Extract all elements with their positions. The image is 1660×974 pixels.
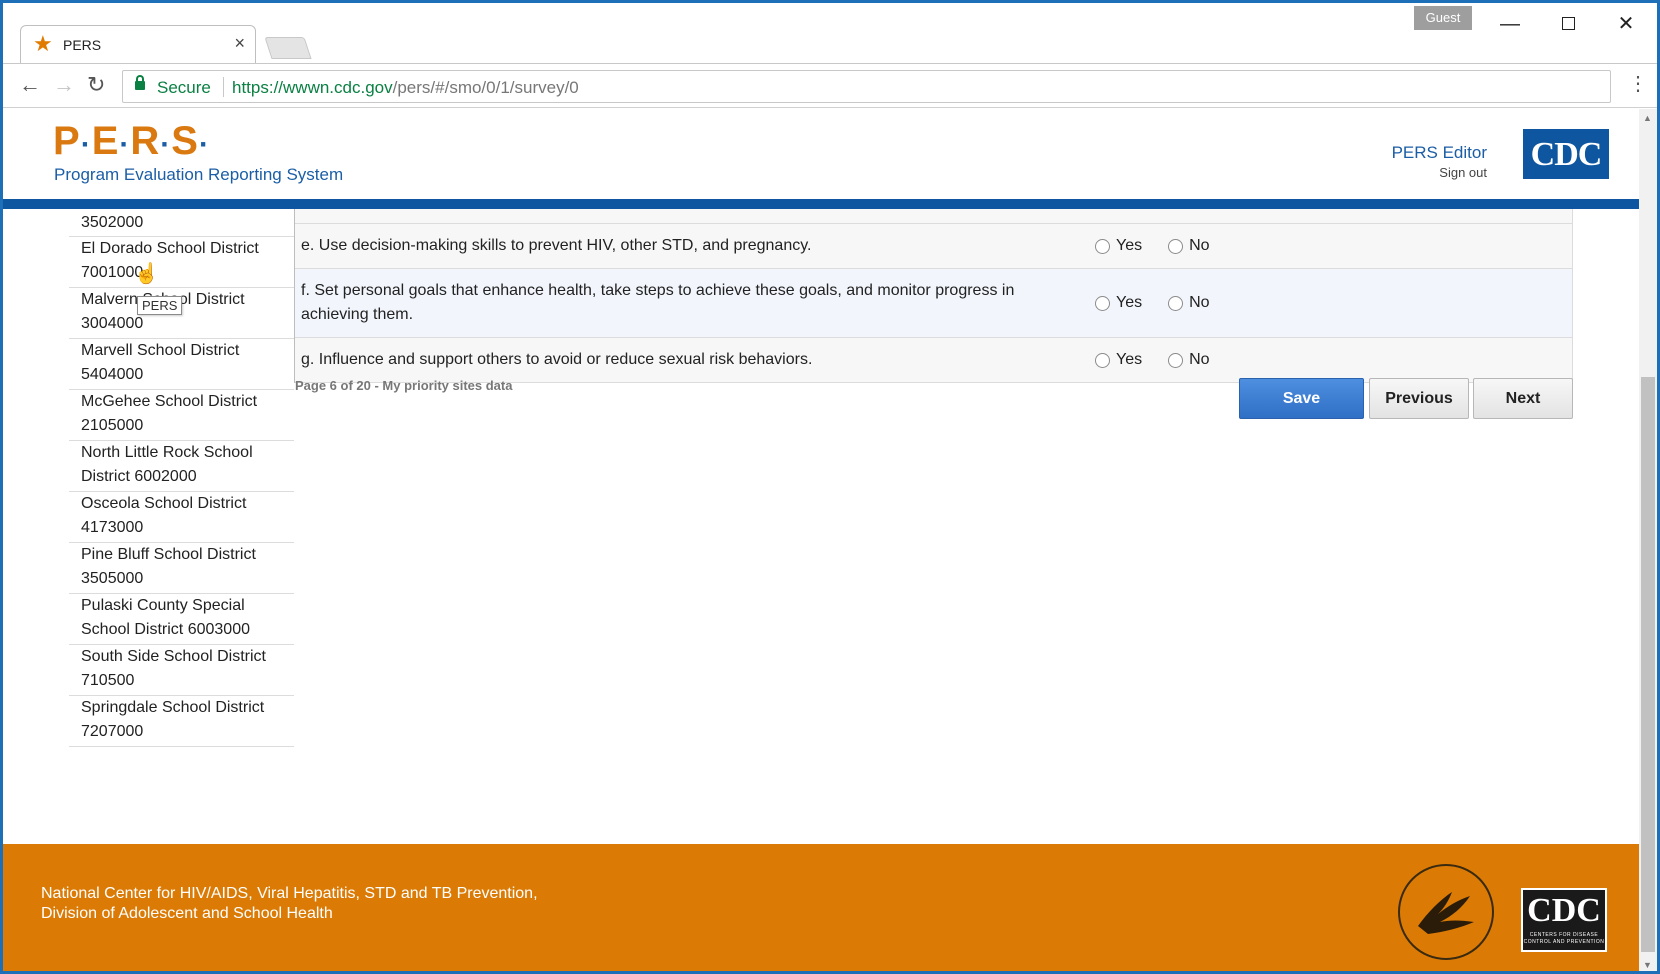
scroll-thumb[interactable]	[1641, 377, 1655, 952]
page-viewport: P·E·R·S· Program Evaluation Reporting Sy…	[3, 109, 1639, 971]
sidebar-item[interactable]: McGehee School District 2105000	[69, 390, 294, 441]
next-button[interactable]: Next	[1473, 378, 1573, 419]
lock-icon	[135, 75, 145, 90]
browser-menu-icon[interactable]: ⋮	[1628, 74, 1648, 94]
sidebar-item[interactable]: 3502000	[69, 209, 294, 237]
tab-pers[interactable]: ★ PERS ×	[20, 25, 256, 63]
signout-link[interactable]: Sign out	[1439, 165, 1487, 180]
yes-option[interactable]: Yes	[1095, 237, 1142, 255]
close-tab-icon[interactable]: ×	[234, 34, 245, 52]
address-separator	[223, 77, 224, 97]
sidebar-item[interactable]: Osceola School District 4173000	[69, 492, 294, 543]
close-window-icon[interactable]: ✕	[1606, 9, 1646, 39]
radio-button[interactable]	[1095, 238, 1110, 254]
question-text: e. Use decision-making skills to prevent…	[301, 237, 812, 254]
sidebar-item[interactable]: South Side School District 710500	[69, 645, 294, 696]
pers-logo[interactable]: P·E·R·S·	[53, 119, 210, 167]
page-indicator: Page 6 of 20 - My priority sites data	[295, 378, 513, 393]
scroll-down-icon[interactable]: ▼	[1643, 960, 1652, 970]
star-icon: ★	[33, 31, 53, 56]
hhs-seal-icon[interactable]	[1398, 864, 1494, 960]
footer-line-1: National Center for HIV/AIDS, Viral Hepa…	[41, 885, 538, 902]
browser-window: ★ PERS × Guest — ✕ ← → ↻ Secure https://…	[0, 0, 1660, 974]
no-option[interactable]: No	[1168, 237, 1210, 255]
site-header: P·E·R·S· Program Evaluation Reporting Sy…	[3, 109, 1639, 199]
browser-toolbar: ← → ↻ Secure https://wwwn.cdc.gov/pers/#…	[3, 63, 1657, 108]
sidebar-item[interactable]: Springdale School District 7207000	[69, 696, 294, 747]
sidebar-item[interactable]: Marvell School District 5404000	[69, 339, 294, 390]
cdc-footer-logo[interactable]: CDC CENTERS FOR DISEASE CONTROL AND PREV…	[1521, 888, 1607, 952]
url-text[interactable]: https://wwwn.cdc.gov/pers/#/smo/0/1/surv…	[232, 78, 579, 98]
maximize-icon[interactable]	[1548, 9, 1588, 39]
answer-options: Yes No	[1095, 237, 1236, 255]
address-bar[interactable]: Secure https://wwwn.cdc.gov/pers/#/smo/0…	[122, 70, 1611, 103]
survey-table: e. Use decision-making skills to prevent…	[294, 209, 1573, 383]
url-host: https://wwwn.cdc.gov	[232, 78, 393, 97]
sidebar-item[interactable]: Pulaski County Special School District 6…	[69, 594, 294, 645]
tab-title: PERS	[63, 37, 102, 53]
forward-arrow-icon[interactable]: →	[53, 72, 75, 98]
footer-text: National Center for HIV/AIDS, Viral Hepa…	[41, 884, 538, 924]
url-path: /pers/#/smo/0/1/survey/0	[392, 78, 579, 97]
radio-button[interactable]	[1095, 295, 1110, 311]
logo-subtitle: Program Evaluation Reporting System	[54, 165, 344, 184]
guest-badge[interactable]: Guest	[1414, 6, 1472, 30]
tooltip: PERS	[137, 296, 183, 315]
save-button[interactable]: Save	[1239, 378, 1364, 419]
footer-line-2: Division of Adolescent and School Health	[41, 905, 333, 922]
page-scrollbar[interactable]: ▲ ▼	[1639, 109, 1657, 971]
sidebar-item[interactable]: North Little Rock School District 600200…	[69, 441, 294, 492]
table-row	[295, 209, 1572, 224]
answer-options: Yes No	[1095, 294, 1236, 312]
radio-button[interactable]	[1168, 352, 1184, 368]
no-option[interactable]: No	[1168, 294, 1210, 312]
scroll-up-icon[interactable]: ▲	[1643, 113, 1652, 123]
radio-button[interactable]	[1168, 238, 1184, 254]
sidebar-item[interactable]: Pine Bluff School District 3505000	[69, 543, 294, 594]
minimize-icon[interactable]: —	[1490, 9, 1530, 39]
new-tab-button[interactable]	[264, 37, 312, 59]
radio-button[interactable]	[1168, 295, 1184, 311]
table-row: g. Influence and support others to avoid…	[295, 338, 1572, 383]
yes-option[interactable]: Yes	[1095, 294, 1142, 312]
sidebar-item[interactable]: El Dorado School District 7001000	[69, 237, 294, 288]
table-row: f. Set personal goals that enhance healt…	[295, 269, 1572, 338]
site-footer: National Center for HIV/AIDS, Viral Hepa…	[3, 844, 1639, 971]
reload-icon[interactable]: ↻	[87, 72, 105, 98]
yes-option[interactable]: Yes	[1095, 351, 1142, 369]
table-row: e. Use decision-making skills to prevent…	[295, 224, 1572, 269]
answer-options: Yes No	[1095, 351, 1236, 369]
hand-cursor-icon: ☝	[134, 263, 159, 285]
radio-button[interactable]	[1095, 352, 1110, 368]
sites-sidebar: 3502000 El Dorado School District 700100…	[69, 209, 294, 747]
question-text: f. Set personal goals that enhance healt…	[301, 282, 1015, 323]
no-option[interactable]: No	[1168, 351, 1210, 369]
header-divider	[3, 199, 1639, 209]
question-text: g. Influence and support others to avoid…	[301, 351, 813, 368]
title-bar: ★ PERS × Guest — ✕	[3, 3, 1657, 63]
cdc-logo[interactable]: CDC	[1523, 129, 1609, 179]
previous-button[interactable]: Previous	[1369, 378, 1469, 419]
back-arrow-icon[interactable]: ←	[19, 72, 41, 98]
secure-label: Secure	[157, 78, 211, 97]
user-role-link[interactable]: PERS Editor	[1392, 143, 1487, 163]
